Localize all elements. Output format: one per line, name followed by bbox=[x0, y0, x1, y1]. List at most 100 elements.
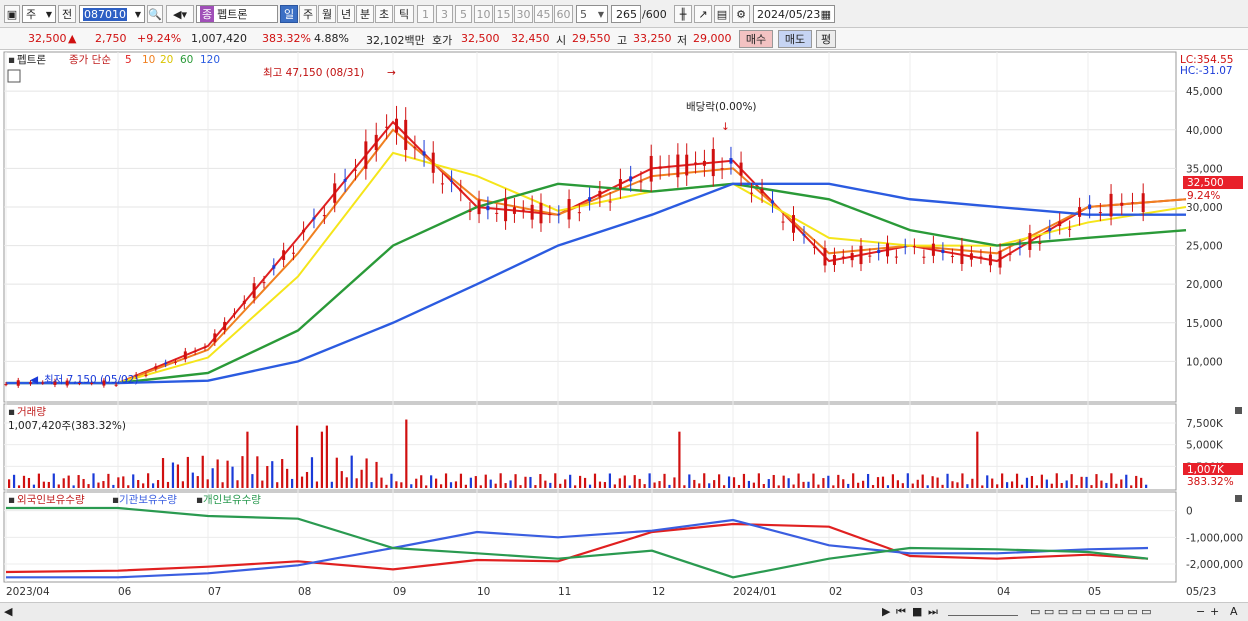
interval-button-15[interactable]: 15 bbox=[494, 5, 513, 23]
interval-button-45[interactable]: 45 bbox=[534, 5, 553, 23]
candle-body bbox=[750, 192, 754, 194]
checkbox-icon[interactable]: ▪ bbox=[8, 406, 15, 418]
candle-body bbox=[413, 147, 417, 149]
compare-button[interactable]: 전 bbox=[58, 5, 76, 23]
candle-body bbox=[468, 211, 472, 213]
count-input[interactable]: 265 bbox=[611, 5, 641, 23]
volume-bar bbox=[693, 479, 696, 488]
candle-body bbox=[385, 126, 389, 128]
volume-bar bbox=[976, 431, 979, 488]
candle-body bbox=[618, 179, 622, 189]
candle-body bbox=[577, 212, 581, 214]
candle-body bbox=[213, 333, 217, 343]
candle-body bbox=[841, 256, 845, 258]
volume-bar bbox=[469, 477, 472, 488]
volume-bar bbox=[390, 473, 393, 488]
interval-button-1[interactable]: 1 bbox=[417, 5, 434, 23]
stock-name-field[interactable]: 종 펩트론 bbox=[196, 5, 278, 23]
period-button-year[interactable]: 년 bbox=[337, 5, 355, 23]
volume-bar bbox=[961, 473, 964, 488]
checkbox-icon[interactable]: ▪ bbox=[8, 54, 15, 66]
eval-button[interactable]: 평 bbox=[816, 30, 836, 48]
period-button-second[interactable]: 초 bbox=[375, 5, 393, 23]
volume-bar bbox=[1060, 483, 1063, 488]
volume-bar bbox=[142, 483, 145, 488]
volume-bar bbox=[1110, 473, 1113, 488]
zoom-slider[interactable] bbox=[948, 606, 1018, 616]
volume-bar bbox=[648, 473, 651, 488]
window-icons[interactable]: ▭ ▭ ▭ ▭ ▭ ▭ ▭ ▭ ▭ bbox=[1030, 605, 1152, 618]
volume-bar bbox=[226, 460, 229, 488]
gear-icon[interactable]: ⚙ bbox=[732, 5, 750, 23]
close-icon[interactable] bbox=[1235, 407, 1242, 414]
period-button-minute[interactable]: 분 bbox=[356, 5, 374, 23]
volume-bar bbox=[588, 484, 592, 488]
interval-button-10[interactable]: 10 bbox=[474, 5, 493, 23]
volume-bar bbox=[276, 482, 279, 488]
period-button-month[interactable]: 월 bbox=[318, 5, 336, 23]
save-icon[interactable]: ▤ bbox=[714, 5, 730, 23]
legend-ma60: 60 bbox=[180, 54, 193, 66]
candle-body bbox=[4, 384, 8, 386]
bottom-scrollbar[interactable]: ◀ ▶ ⏮ ■ ⏭ ▭ ▭ ▭ ▭ ▭ ▭ ▭ ▭ ▭ − + A bbox=[0, 602, 1248, 621]
scroll-left-icon[interactable]: ◀ bbox=[4, 605, 12, 618]
close-icon[interactable] bbox=[1235, 495, 1242, 502]
current-price: 32,500 bbox=[28, 32, 67, 45]
scroll-right-icon[interactable]: ▶ bbox=[882, 605, 890, 618]
volume-bar bbox=[295, 425, 299, 488]
interval-button-30[interactable]: 30 bbox=[514, 5, 533, 23]
sell-button[interactable]: 매도 bbox=[778, 30, 812, 48]
volume-bar bbox=[579, 475, 582, 488]
period-button-day[interactable]: 일 bbox=[280, 5, 298, 23]
volume-bar bbox=[82, 478, 85, 488]
volume-bar bbox=[52, 473, 55, 488]
interval-button-60[interactable]: 60 bbox=[554, 5, 573, 23]
volume-bar bbox=[186, 456, 189, 488]
low-arrow-icon: ◀ bbox=[30, 374, 39, 386]
volume-bar bbox=[564, 479, 567, 488]
volume-bar bbox=[554, 473, 557, 488]
zoom-minus-icon[interactable]: − bbox=[1196, 605, 1205, 618]
candle-icon[interactable]: ╫ bbox=[674, 5, 692, 23]
date-input[interactable]: 2024/05/23 ▦ bbox=[753, 5, 835, 23]
interval-button-5[interactable]: 5 bbox=[455, 5, 472, 23]
table-icon[interactable] bbox=[7, 69, 21, 83]
volume-bar bbox=[802, 481, 805, 488]
first-page-icon[interactable]: ⏮ bbox=[896, 605, 906, 619]
legend-ma20: 20 bbox=[160, 54, 173, 66]
checkbox-icon[interactable]: ▪ bbox=[8, 494, 15, 506]
zoom-plus-icon[interactable]: + bbox=[1210, 605, 1219, 618]
volume-bar bbox=[241, 456, 244, 488]
candle-body bbox=[164, 362, 168, 365]
font-size-icon[interactable]: A bbox=[1230, 605, 1238, 618]
period-button-week[interactable]: 주 bbox=[299, 5, 317, 23]
layout-icon[interactable]: ▣ bbox=[4, 5, 20, 23]
last-page-icon[interactable]: ⏭ bbox=[928, 605, 938, 619]
price-y-tick: 15,000 bbox=[1186, 318, 1223, 330]
volume-bar bbox=[340, 471, 343, 488]
interval-button-3[interactable]: 3 bbox=[436, 5, 453, 23]
volume-bar bbox=[862, 480, 865, 488]
chevron-down-icon: ▼ bbox=[134, 9, 141, 19]
volume-bar bbox=[1100, 480, 1103, 488]
volume-bar bbox=[365, 458, 368, 488]
stock-chart[interactable]: 45,000 40,000 35,000 30,000 25,000 20,000 15,0… bbox=[0, 50, 1248, 602]
candle-body bbox=[495, 212, 499, 214]
volume-bar bbox=[375, 461, 378, 488]
volume-last-tag: 1,007K bbox=[1187, 464, 1225, 476]
interval-select[interactable]: 5 ▼ bbox=[576, 5, 608, 23]
volume-bar bbox=[1115, 483, 1118, 488]
volume-bar bbox=[842, 479, 845, 488]
buy-button[interactable]: 매수 bbox=[739, 30, 773, 48]
stop-icon[interactable]: ■ bbox=[912, 605, 922, 618]
candle-body bbox=[802, 234, 806, 236]
volume-bar bbox=[449, 482, 453, 488]
period-type-select[interactable]: 주 ▼ bbox=[22, 5, 56, 23]
speaker-icon[interactable]: ◀▾ bbox=[166, 5, 194, 23]
stock-code-input[interactable]: 087010 ▼ bbox=[79, 5, 145, 23]
volume-bar bbox=[161, 458, 165, 488]
trend-icon[interactable]: ↗ bbox=[694, 5, 712, 23]
search-icon[interactable]: 🔍 bbox=[147, 5, 163, 23]
calendar-icon: ▦ bbox=[820, 7, 831, 21]
period-button-tick[interactable]: 틱 bbox=[394, 5, 414, 23]
